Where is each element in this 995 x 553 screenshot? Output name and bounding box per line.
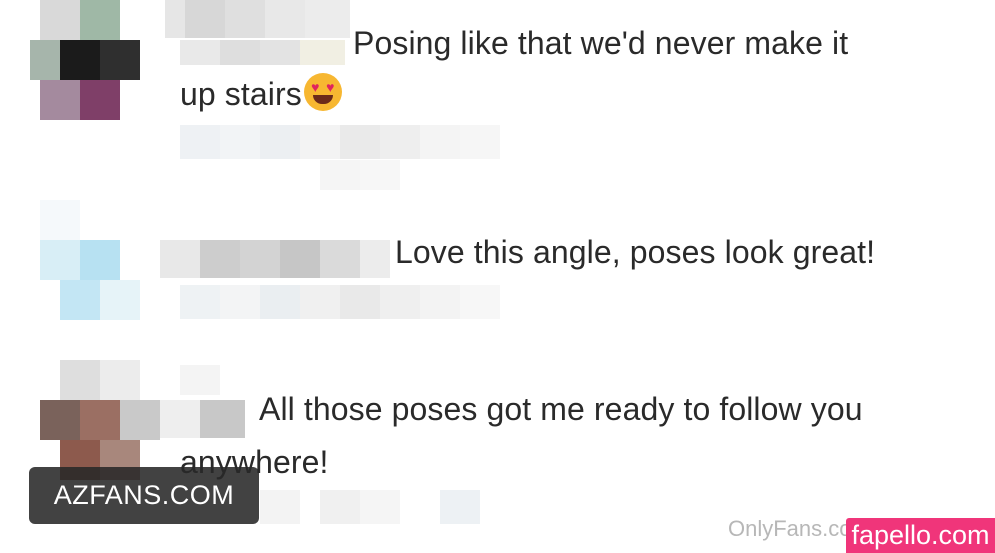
fapello-watermark: fapello.com <box>846 518 995 553</box>
comment-meta-blurred <box>320 160 400 190</box>
comment-meta-blurred <box>180 125 500 159</box>
comment-meta-blurred <box>260 490 480 524</box>
avatar[interactable] <box>30 0 140 120</box>
username-blurred <box>180 365 220 395</box>
username-blurred[interactable] <box>165 0 350 38</box>
username-blurred[interactable] <box>160 240 390 278</box>
onlyfans-watermark: OnlyFans.co <box>728 516 852 541</box>
comment-text: All those poses got me ready to follow y… <box>259 383 863 435</box>
comment-text-line: up stairs <box>180 76 302 112</box>
comment-text: Love this angle, poses look great! <box>395 226 875 278</box>
comment-meta-blurred <box>180 285 500 319</box>
username-blurred[interactable] <box>160 400 245 438</box>
avatar[interactable] <box>30 200 140 320</box>
comment-text: Posing like that we'd never make it <box>353 17 848 69</box>
comment-text-line: Love this angle, poses look great! <box>395 234 876 270</box>
comment-text: up stairs ♥ ♥ <box>180 68 342 120</box>
comment-text-line: Posing like that we'd never make it <box>353 25 849 61</box>
azfans-watermark: AZFANS.COM <box>29 467 259 524</box>
username-blurred <box>180 40 345 65</box>
heart-eyes-emoji-icon: ♥ ♥ <box>303 73 342 111</box>
comment-text-line: All those poses got me ready to follow y… <box>259 391 863 427</box>
avatar[interactable] <box>30 360 160 480</box>
